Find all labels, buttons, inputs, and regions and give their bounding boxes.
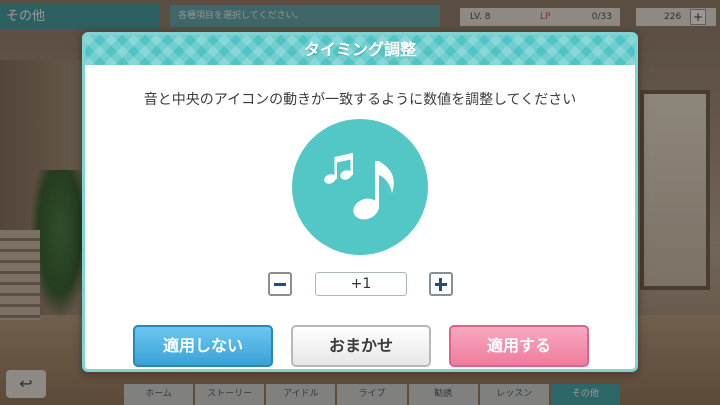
minus-icon bbox=[274, 283, 286, 286]
dialog-instruction: 音と中央のアイコンの動きが一致するように数値を調整してください bbox=[143, 92, 577, 108]
decrement-button[interactable] bbox=[268, 272, 292, 296]
apply-button[interactable]: 適用する bbox=[449, 325, 589, 367]
auto-button[interactable]: おまかせ bbox=[291, 325, 431, 367]
increment-button[interactable] bbox=[429, 272, 453, 296]
timing-adjust-dialog: タイミング調整 音と中央のアイコンの動きが一致するように数値を調整してください … bbox=[82, 32, 638, 372]
timing-value: +1 bbox=[315, 272, 407, 296]
timing-indicator bbox=[292, 119, 428, 255]
timing-stepper: +1 bbox=[268, 271, 458, 297]
music-notes-icon bbox=[324, 153, 394, 220]
do-not-apply-button[interactable]: 適用しない bbox=[133, 325, 273, 367]
dialog-title: タイミング調整 bbox=[303, 40, 416, 59]
